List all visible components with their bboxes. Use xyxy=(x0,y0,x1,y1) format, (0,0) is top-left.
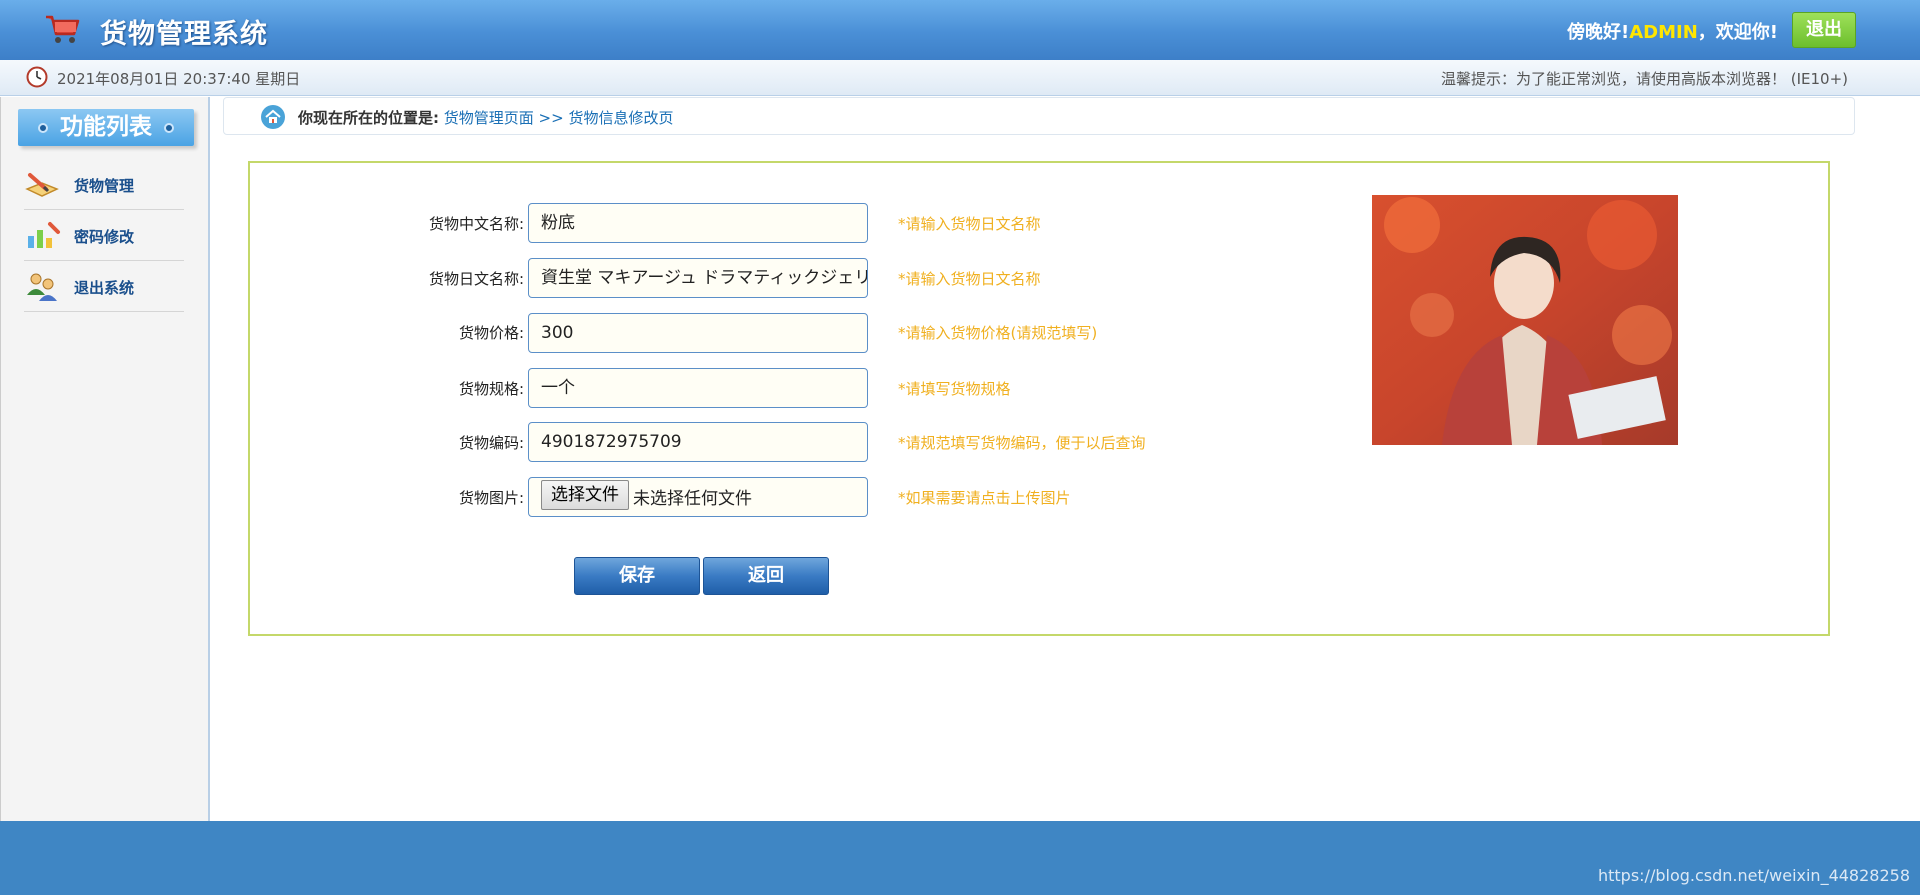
sidebar-title: 功能列表 xyxy=(18,109,194,146)
sidebar-item-label: 退出系统 xyxy=(74,279,135,297)
clock-icon xyxy=(26,66,48,88)
watermark: https://blog.csdn.net/weixin_44828258 xyxy=(1597,866,1910,885)
price-label: 货物价格: xyxy=(458,324,524,342)
japanese-name-label: 货物日文名称: xyxy=(428,270,524,288)
current-datetime: 2021年08月01日 20:37:40 星期日 xyxy=(57,70,301,88)
spec-label: 货物规格: xyxy=(458,380,524,398)
users-icon xyxy=(27,273,57,301)
chart-pencil-icon xyxy=(28,222,60,248)
japanese-name-hint: *请输入货物日文名称 xyxy=(898,270,1041,288)
breadcrumb-text: 你现在所在的位置是: 货物管理页面 >> 货物信息修改页 xyxy=(298,107,673,128)
sidebar-item-password[interactable]: 密码修改 xyxy=(24,210,184,261)
bullet-icon xyxy=(38,122,48,133)
book-pencil-icon xyxy=(25,173,59,197)
spec-hint: *请填写货物规格 xyxy=(898,380,1011,398)
username: ADMIN xyxy=(1629,22,1698,43)
shopping-cart-icon xyxy=(46,15,80,43)
code-hint: *请规范填写货物编码，便于以后查询 xyxy=(898,434,1146,452)
greeting-suffix: ，欢迎你! xyxy=(1697,22,1778,43)
sidebar-item-label: 密码修改 xyxy=(74,228,135,246)
chinese-name-hint: *请输入货物日文名称 xyxy=(898,215,1041,233)
browser-tip: 温馨提示：为了能正常浏览，请使用高版本浏览器！ (IE10+) xyxy=(1440,70,1848,88)
breadcrumb-prefix: 你现在所在的位置是: xyxy=(298,109,439,127)
sidebar-item-exit[interactable]: 退出系统 xyxy=(24,261,184,312)
code-label: 货物编码: xyxy=(458,434,524,452)
chinese-name-input[interactable]: 粉底 xyxy=(528,203,868,243)
code-input[interactable]: 4901872975709 xyxy=(528,422,868,462)
file-status: 未选择任何文件 xyxy=(633,489,752,509)
back-button[interactable]: 返回 xyxy=(703,557,829,595)
japanese-name-input[interactable]: 資生堂 マキアージュ ドラマティックジェリ xyxy=(528,258,868,298)
save-button[interactable]: 保存 xyxy=(574,557,700,595)
sidebar-item-label: 货物管理 xyxy=(74,177,135,195)
greeting: 傍晚好!ADMIN，欢迎你! xyxy=(1567,18,1778,44)
sidebar-title-label: 功能列表 xyxy=(60,114,152,140)
home-icon xyxy=(261,105,285,129)
app-title: 货物管理系统 xyxy=(100,19,268,50)
chinese-name-label: 货物中文名称: xyxy=(428,215,524,233)
price-input[interactable]: 300 xyxy=(528,313,868,353)
sidebar-item-goods[interactable]: 货物管理 xyxy=(24,159,184,210)
spec-input[interactable]: 一个 xyxy=(528,368,868,408)
bullet-icon xyxy=(164,122,174,133)
price-hint: *请输入货物价格(请规范填写) xyxy=(898,324,1098,342)
goods-image-preview xyxy=(1372,195,1678,445)
image-hint: *如果需要请点击上传图片 xyxy=(898,489,1071,507)
logout-button[interactable]: 退出 xyxy=(1792,12,1856,48)
image-label: 货物图片: xyxy=(458,489,524,507)
greeting-prefix: 傍晚好! xyxy=(1567,22,1630,43)
choose-file-button[interactable]: 选择文件 xyxy=(541,480,629,510)
breadcrumb-path[interactable]: 货物管理页面 >> 货物信息修改页 xyxy=(444,109,674,127)
